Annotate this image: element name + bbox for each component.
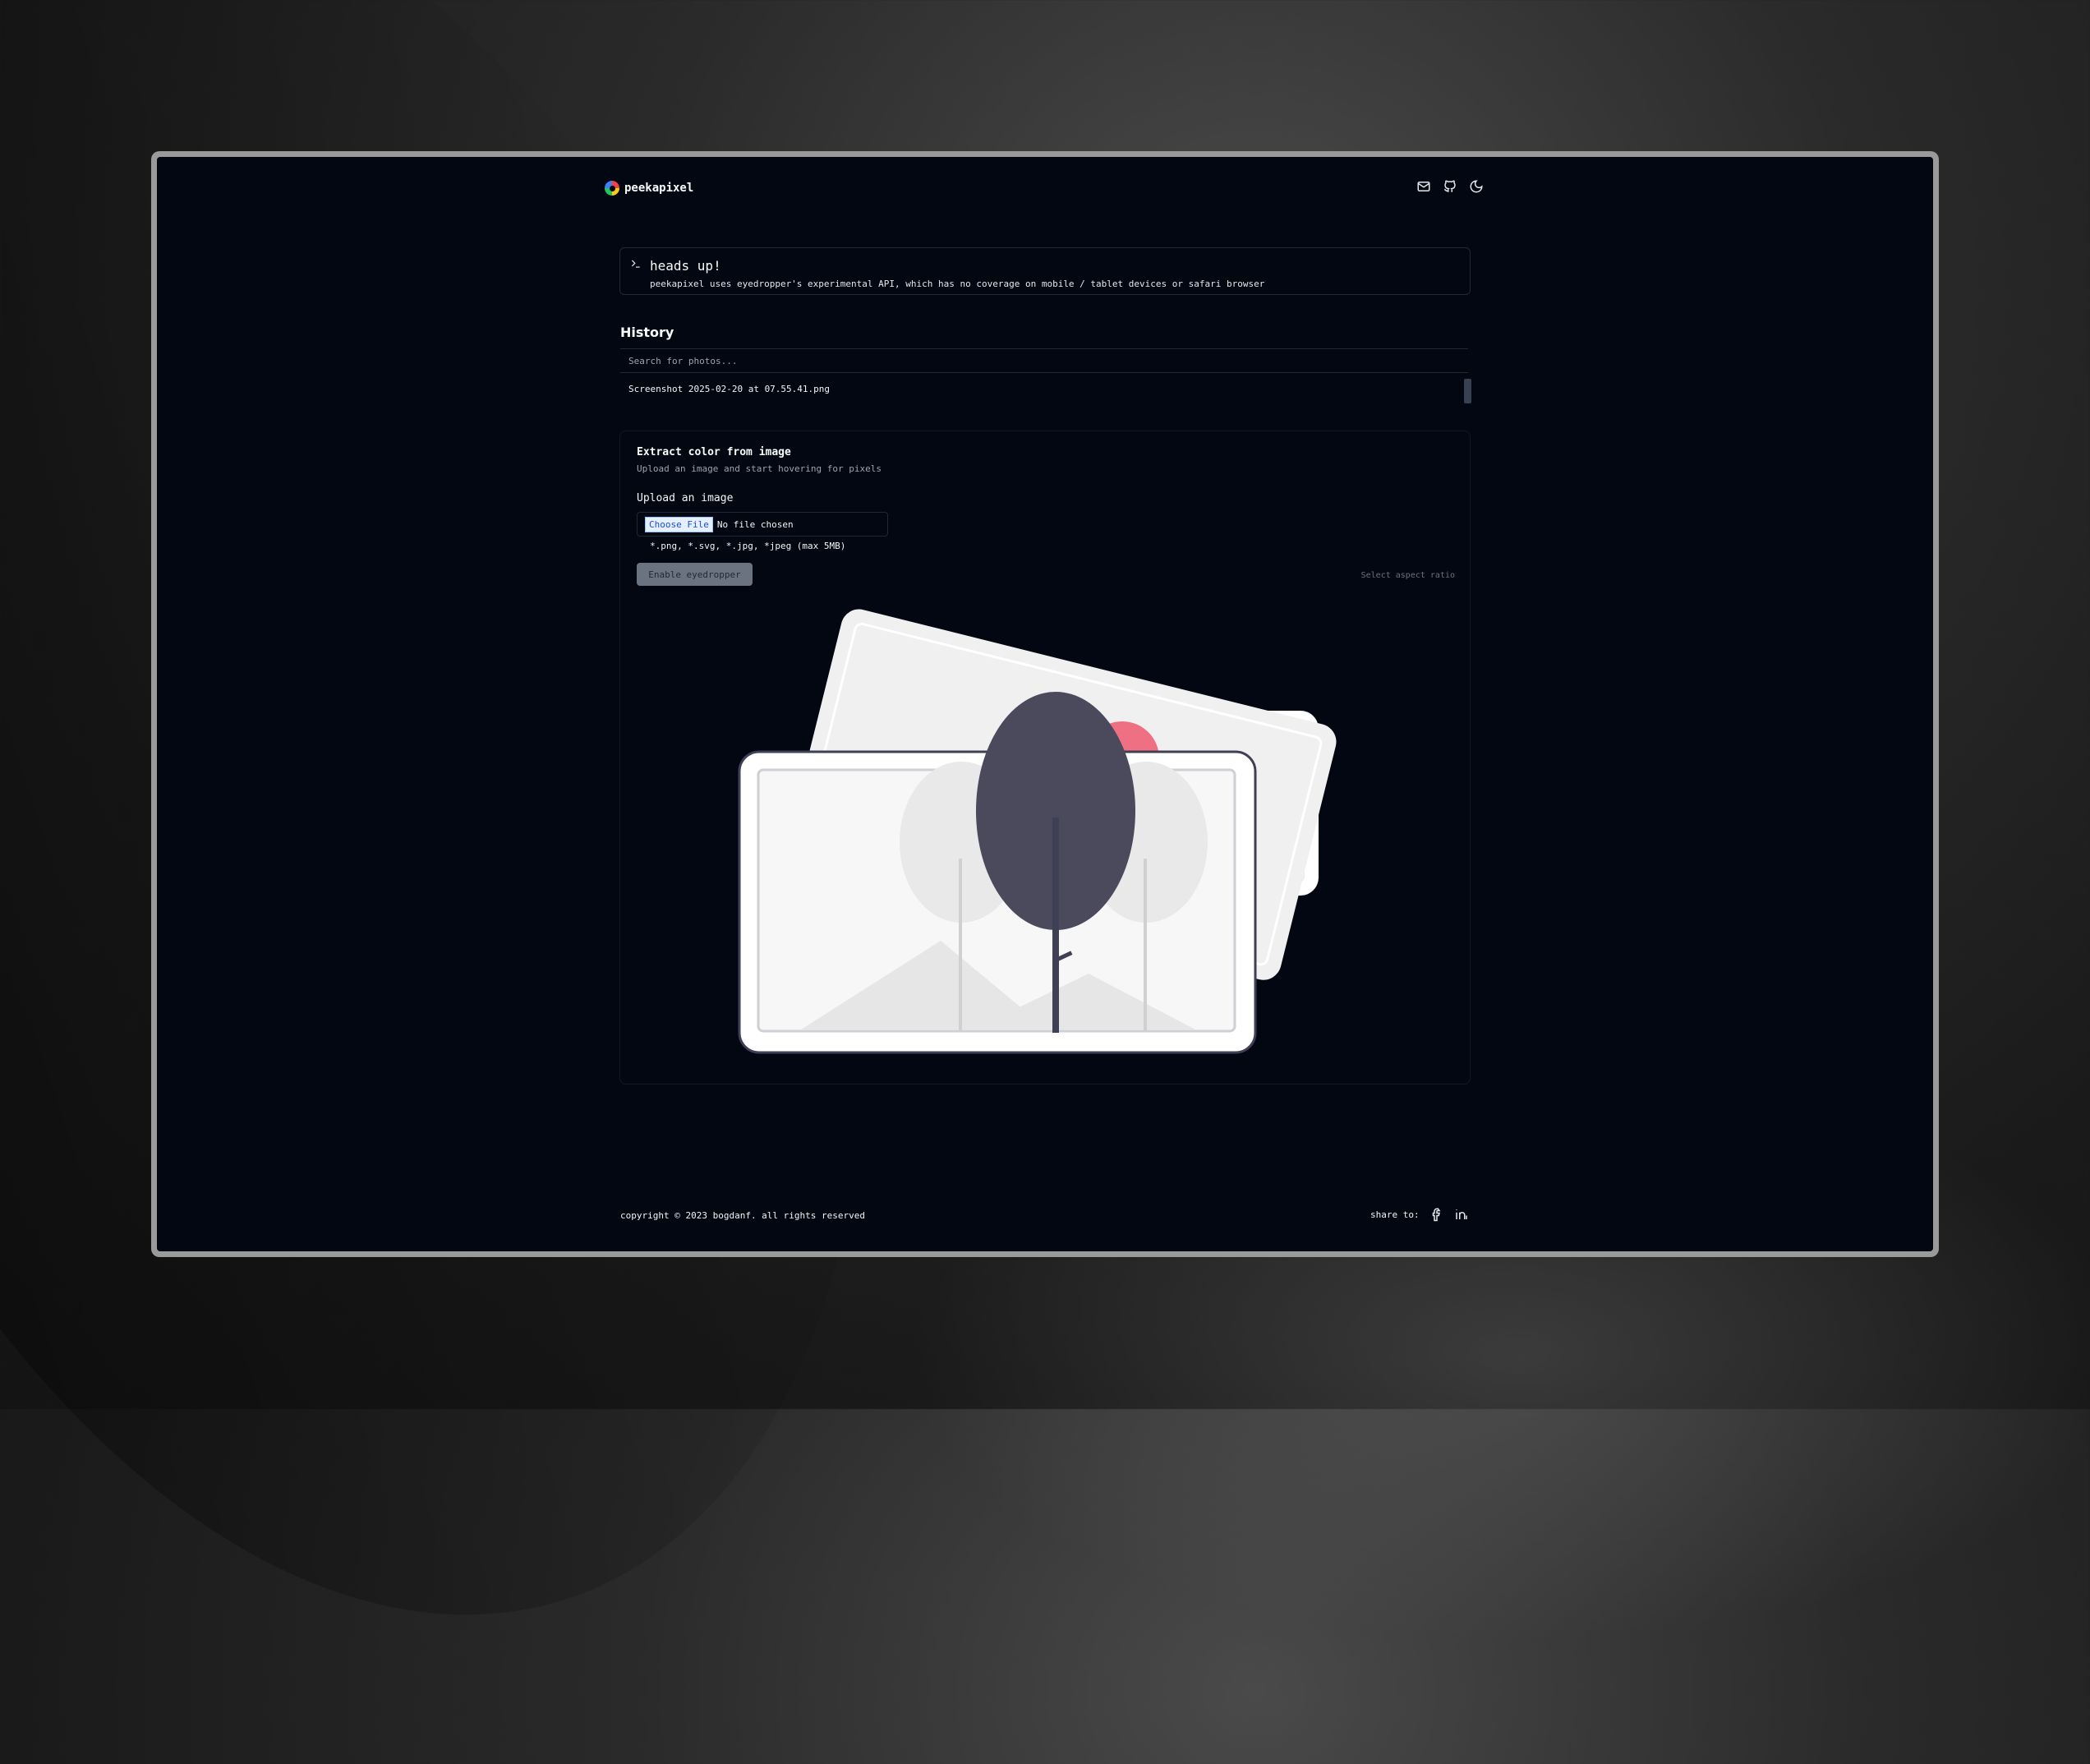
history-item[interactable]: Screenshot 2025-02-20 at 07.55.41.png bbox=[628, 384, 830, 394]
file-hint: *.png, *.svg, *.jpg, *jpeg (max 5MB) bbox=[650, 541, 846, 551]
screenshot-frame: peekapixel heads up! peekapixel uses eye… bbox=[151, 151, 1939, 1257]
choose-file-button[interactable]: Choose File bbox=[645, 516, 713, 532]
logo[interactable]: peekapixel bbox=[605, 181, 693, 196]
search-input[interactable] bbox=[620, 349, 1468, 372]
image-placeholder-illustration bbox=[738, 609, 1337, 1054]
header: peekapixel bbox=[605, 179, 1484, 204]
share-label: share to: bbox=[1370, 1209, 1420, 1220]
file-input[interactable]: Choose File No file chosen bbox=[637, 512, 888, 537]
share-section: share to: bbox=[1370, 1207, 1469, 1222]
card-title: Extract color from image bbox=[637, 446, 791, 458]
github-icon[interactable] bbox=[1443, 179, 1457, 194]
heads-up-alert: heads up! peekapixel uses eyedropper's e… bbox=[619, 247, 1471, 295]
extract-card: Extract color from image Upload an image… bbox=[619, 431, 1471, 1085]
alert-description: peekapixel uses eyedropper's experimenta… bbox=[650, 279, 1265, 289]
mail-icon[interactable] bbox=[1416, 179, 1431, 194]
header-actions bbox=[1416, 179, 1484, 194]
copyright: copyright © 2023 bogdanf. all rights res… bbox=[620, 1210, 866, 1221]
file-status: No file chosen bbox=[716, 518, 794, 530]
facebook-icon[interactable] bbox=[1429, 1207, 1444, 1222]
logo-icon bbox=[605, 181, 619, 196]
enable-eyedropper-button[interactable]: Enable eyedropper bbox=[637, 563, 753, 586]
app-name: peekapixel bbox=[624, 182, 694, 195]
card-description: Upload an image and start hovering for p… bbox=[637, 463, 882, 474]
history-search bbox=[620, 348, 1468, 373]
aspect-ratio-select[interactable]: Select aspect ratio bbox=[1340, 566, 1455, 584]
upload-label: Upload an image bbox=[637, 492, 734, 504]
alert-title: heads up! bbox=[650, 258, 721, 274]
app-window: peekapixel heads up! peekapixel uses eye… bbox=[157, 157, 1933, 1251]
history-list: Screenshot 2025-02-20 at 07.55.41.png bbox=[620, 379, 1471, 405]
linkedin-icon[interactable] bbox=[1454, 1207, 1469, 1222]
moon-icon[interactable] bbox=[1469, 179, 1484, 194]
terminal-icon bbox=[631, 260, 640, 268]
history-title: History bbox=[620, 325, 674, 340]
scrollbar[interactable] bbox=[1464, 379, 1471, 403]
